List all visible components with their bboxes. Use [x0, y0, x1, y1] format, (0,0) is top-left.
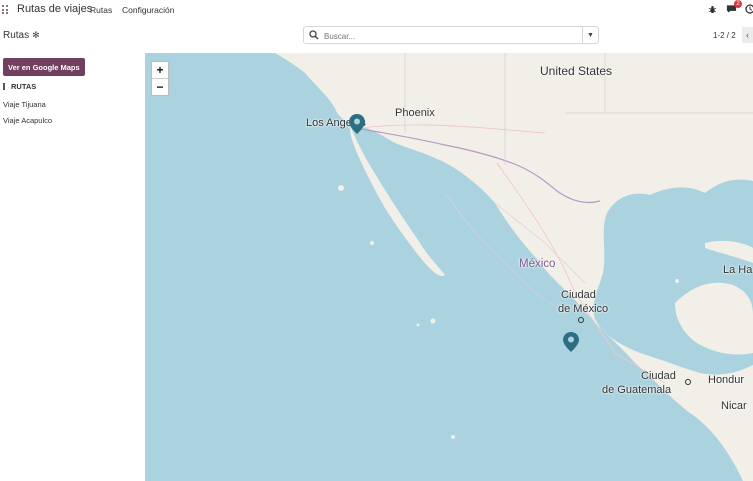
city-dot	[685, 379, 691, 385]
pager-value[interactable]: 1-2 / 2	[713, 31, 736, 40]
app-name[interactable]: Rutas de viajes	[17, 3, 92, 15]
map-marker-icon[interactable]	[349, 114, 365, 134]
map-label-united-states: United States	[540, 64, 613, 78]
systray: 2	[706, 0, 753, 16]
list-icon	[3, 83, 7, 90]
chat-badge: 2	[734, 0, 742, 8]
map-label-mexico: México	[519, 258, 556, 270]
page-title: Rutas	[3, 30, 30, 41]
bug-icon[interactable]	[706, 3, 718, 15]
routes-header: RUTAS	[3, 82, 36, 91]
clock-icon[interactable]	[744, 3, 753, 15]
search-bar[interactable]: ▼	[303, 26, 599, 44]
map-label-la-habana: La Ha	[723, 264, 753, 276]
map-label-nicaragua: Nicar	[721, 400, 747, 412]
menu-rutas[interactable]: Rutas	[90, 5, 112, 15]
breadcrumb: Rutas ✻	[3, 30, 40, 41]
map-label-phoenix: Phoenix	[395, 107, 435, 119]
zoom-control: + −	[151, 61, 169, 96]
pager-previous-button[interactable]: ‹	[742, 27, 753, 43]
search-input[interactable]	[322, 28, 586, 44]
chevron-left-icon: ‹	[746, 30, 749, 40]
map-label-ciudad-guatemala-line2: de Guatemala	[602, 384, 672, 396]
top-navbar: Rutas de viajes Rutas Configuración 2	[0, 0, 753, 20]
routes-header-label: RUTAS	[11, 82, 37, 91]
chat-icon[interactable]: 2	[725, 0, 742, 15]
map-label-ciudad-mexico-line1: Ciudad	[561, 289, 596, 301]
map-marker-icon[interactable]	[563, 332, 579, 352]
map-tiles	[145, 53, 753, 481]
map-label-ciudad-guatemala-line1: Ciudad	[641, 370, 676, 382]
map-label-honduras: Hondur	[708, 374, 745, 386]
caret-down-icon: ▼	[587, 31, 594, 39]
google-maps-button[interactable]: Ver en Google Maps	[3, 58, 85, 76]
search-icon	[309, 30, 319, 40]
apps-grid-icon[interactable]	[2, 5, 8, 14]
route-item[interactable]: Viaje Tijuana	[3, 100, 46, 109]
menu-configuracion[interactable]: Configuración	[122, 5, 174, 15]
zoom-out-button[interactable]: −	[152, 78, 168, 95]
map-label-ciudad-mexico-line2: de México	[558, 303, 609, 315]
control-panel: Rutas✻ ▼ 1-2 / 2 ‹	[0, 24, 753, 48]
zoom-in-button[interactable]: +	[152, 62, 168, 78]
search-dropdown-toggle[interactable]: ▼	[582, 27, 598, 43]
map-view[interactable]: + − United States Los Angeles Phoenix Mé…	[145, 53, 753, 481]
city-dot	[578, 317, 584, 323]
gear-icon[interactable]: ✻	[32, 30, 40, 40]
route-item[interactable]: Viaje Acapulco	[3, 116, 52, 125]
